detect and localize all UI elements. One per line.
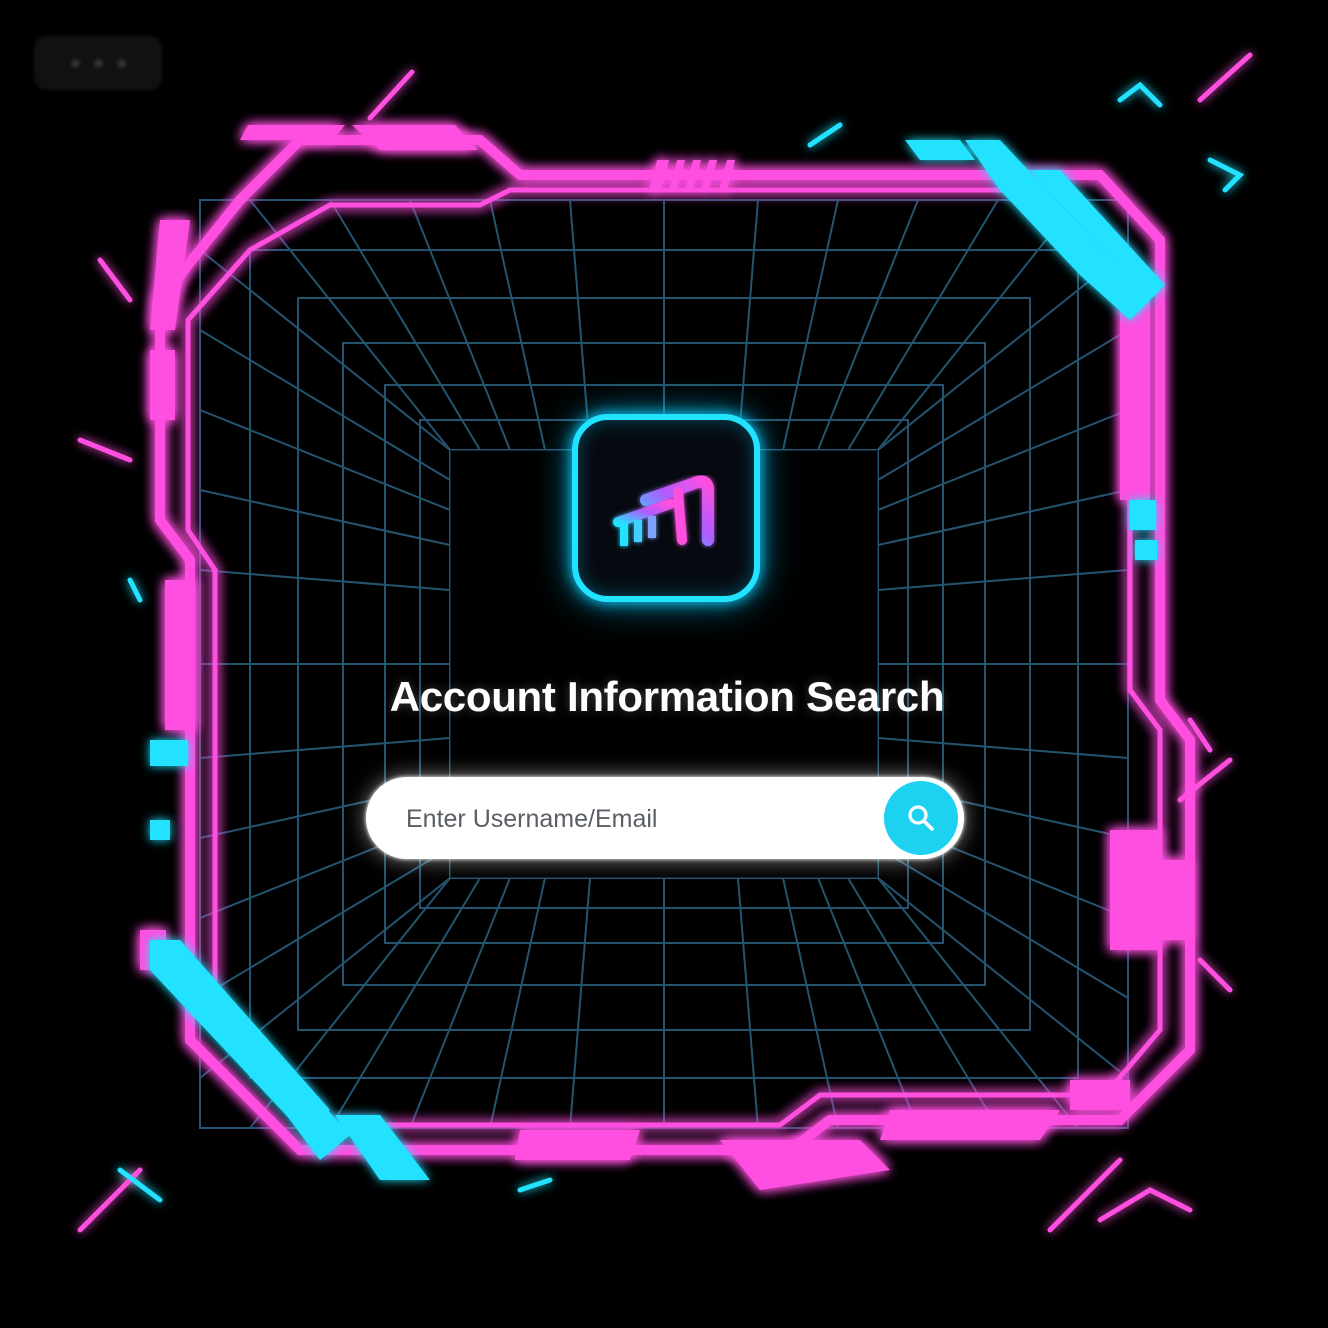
search-button[interactable] (884, 781, 958, 855)
page-title: Account Information Search (389, 673, 945, 720)
window-dot[interactable] (116, 58, 126, 68)
neon-frame-decoration (77, 52, 1253, 1233)
app-logo (572, 414, 760, 602)
window-controls[interactable] (34, 36, 162, 90)
search-bar (366, 777, 964, 861)
search-icon (908, 805, 934, 831)
login-screen: Account Information Search (0, 0, 1328, 1328)
neon-arrow-a-icon (613, 475, 714, 546)
window-dot[interactable] (70, 58, 80, 68)
window-dot[interactable] (93, 58, 103, 68)
search-input[interactable] (404, 777, 878, 861)
